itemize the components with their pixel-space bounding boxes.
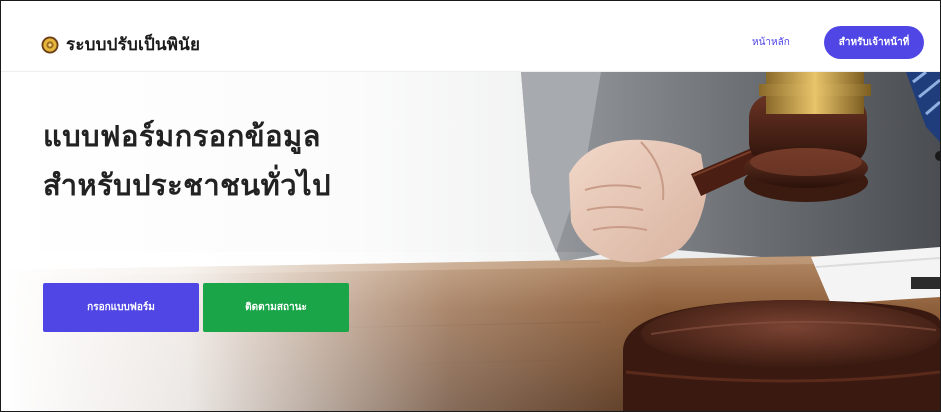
- page-frame: ระบบปรับเป็นพินัย หน้าหลัก สำหรับเจ้าหน้…: [0, 0, 941, 412]
- hero-heading-line2: สำหรับประชาชนทั่วไป: [43, 168, 332, 202]
- hero-heading-line1: แบบฟอร์มกรอกข้อมูล: [43, 119, 321, 153]
- hero-section: แบบฟอร์มกรอกข้อมูล สำหรับประชาชนทั่วไป ก…: [1, 72, 940, 411]
- fill-form-button[interactable]: กรอกแบบฟอร์ม: [43, 283, 199, 332]
- emblem-seal-icon: [41, 36, 59, 53]
- officer-button[interactable]: สำหรับเจ้าหน้าที่: [824, 26, 924, 59]
- site-header: ระบบปรับเป็นพินัย หน้าหลัก สำหรับเจ้าหน้…: [1, 1, 940, 72]
- track-status-button[interactable]: ติดตามสถานะ: [203, 283, 349, 332]
- brand-title: ระบบปรับเป็นพินัย: [66, 35, 201, 55]
- brand[interactable]: ระบบปรับเป็นพินัย: [41, 31, 200, 58]
- hero-heading: แบบฟอร์มกรอกข้อมูล สำหรับประชาชนทั่วไป: [43, 112, 331, 210]
- nav-home-link[interactable]: หน้าหลัก: [752, 35, 790, 50]
